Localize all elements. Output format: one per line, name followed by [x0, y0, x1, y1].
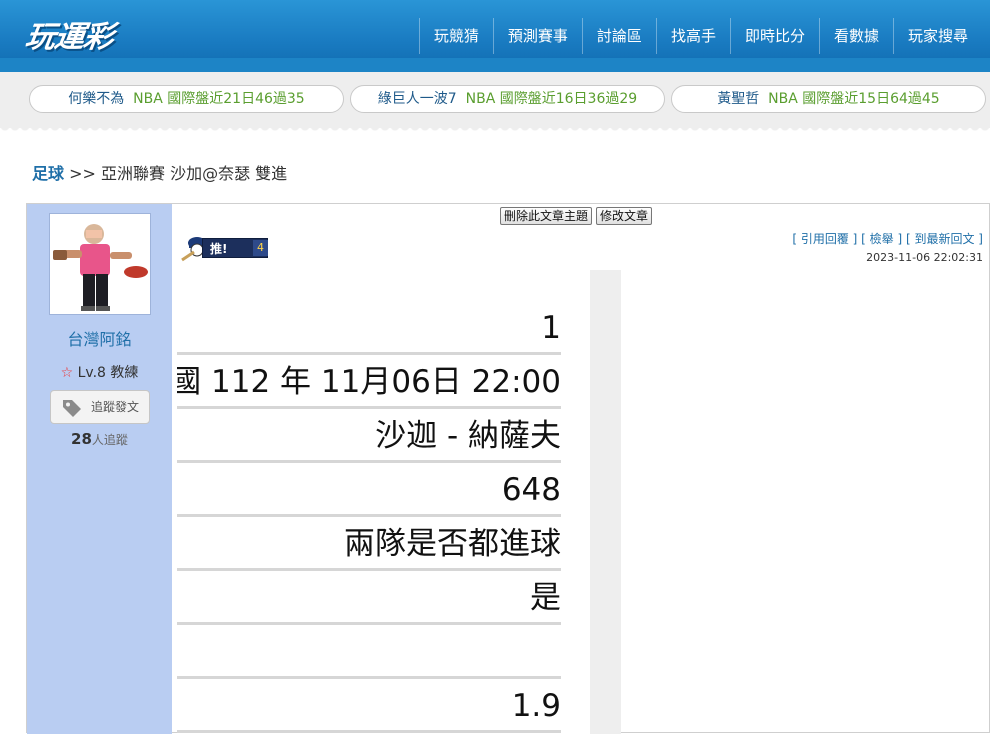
avatar-image	[50, 214, 150, 314]
ticker-item[interactable]: 綠巨人一波7 NBA 國際盤近16日36過29	[350, 85, 665, 113]
post-container: 台灣阿銘 ☆ Lv.8 教練 追蹤發文 28人追蹤 刪除此文章主題 修改文章 推…	[26, 203, 990, 734]
content-row-text: 兩隊是否都進球	[344, 526, 561, 562]
breadcrumb-separator: >>	[64, 164, 101, 183]
ticker-bar: 何樂不為 NBA 國際盤近21日46過35 綠巨人一波7 NBA 國際盤近16日…	[0, 72, 990, 134]
follower-count: 28人追蹤	[27, 430, 172, 448]
logo-text: 玩運彩	[23, 20, 115, 55]
content-row	[177, 625, 561, 679]
nav-item-stats[interactable]: 看數據	[818, 18, 893, 54]
push-label: 推!	[210, 242, 228, 256]
ticker-name: 綠巨人一波7	[377, 91, 457, 107]
content-row-text: 648	[501, 472, 561, 508]
follower-label: 人追蹤	[91, 433, 128, 447]
post-content-body: 1 民國 112 年 11月06日 22:00 沙迦 - 納薩夫 648 兩隊是…	[177, 270, 590, 734]
admin-actions: 刪除此文章主題 修改文章	[500, 207, 653, 225]
ticker-record: NBA 國際盤近21日46過35	[133, 91, 305, 107]
content-row-text: 沙迦 - 納薩夫	[375, 418, 561, 454]
post-content: 1 民國 112 年 11月06日 22:00 沙迦 - 納薩夫 648 兩隊是…	[177, 270, 621, 734]
level-rank: 教練	[110, 365, 139, 381]
follower-number: 28	[71, 430, 92, 448]
site-logo[interactable]: 玩運彩	[23, 12, 146, 56]
nav-item-guess[interactable]: 玩競猜	[418, 18, 493, 54]
report-link[interactable]: [ 檢舉 ]	[861, 232, 902, 246]
content-row: 1.9	[177, 679, 561, 733]
nav-item-player-search[interactable]: 玩家搜尋	[892, 18, 982, 54]
breadcrumb-section-link[interactable]: 足球	[32, 164, 64, 183]
content-row: 是	[177, 571, 561, 625]
ticker-name: 黃聖哲	[717, 91, 760, 107]
content-row: 民國 112 年 11月06日 22:00	[177, 355, 561, 409]
ticker-item[interactable]: 何樂不為 NBA 國際盤近21日46過35	[29, 85, 344, 113]
content-row: 648	[177, 463, 561, 517]
nav-item-predict[interactable]: 預測賽事	[492, 18, 582, 54]
ticker-record: NBA 國際盤近15日64過45	[768, 91, 940, 107]
content-row-text: 民國 112 年 11月06日 22:00	[177, 364, 561, 400]
nav-item-forum[interactable]: 討論區	[581, 18, 656, 54]
level-star-icon: ☆	[60, 365, 74, 381]
post-timestamp: 2023-11-06 22:02:31	[866, 251, 983, 264]
push-count: 4	[253, 240, 268, 256]
delete-topic-button[interactable]: 刪除此文章主題	[500, 207, 593, 225]
nav-item-experts[interactable]: 找高手	[655, 18, 730, 54]
avatar[interactable]	[49, 213, 151, 315]
ticker-name: 何樂不為	[68, 91, 125, 107]
follow-posts-button[interactable]: 追蹤發文	[50, 390, 150, 424]
author-level: ☆ Lv.8 教練	[27, 362, 172, 382]
content-row-text: 是	[530, 580, 561, 616]
latest-reply-link[interactable]: [ 到最新回文 ]	[906, 232, 983, 246]
post-title: 亞洲聯賽 沙加@奈瑟 雙進	[101, 164, 288, 183]
level-value: Lv.8	[77, 365, 106, 381]
tag-icon	[63, 400, 81, 417]
content-row: 沙迦 - 納薩夫	[177, 409, 561, 463]
post-action-links: [ 引用回覆 ] [ 檢舉 ] [ 到最新回文 ]	[792, 230, 983, 247]
breadcrumb: 足球 >> 亞洲聯賽 沙加@奈瑟 雙進	[32, 160, 287, 184]
ticker-record: NBA 國際盤近16日36過29	[465, 91, 638, 107]
post-main: 刪除此文章主題 修改文章 推! 4 [ 引用回覆 ] [ 檢舉 ] [ 到最新回…	[172, 204, 989, 734]
edit-post-button[interactable]: 修改文章	[596, 207, 653, 225]
ticker-item[interactable]: 黃聖哲 NBA 國際盤近15日64過45	[671, 85, 986, 113]
content-row: 1	[177, 301, 561, 355]
follow-posts-label: 追蹤發文	[90, 400, 139, 414]
nav-item-live-score[interactable]: 即時比分	[729, 18, 819, 54]
push-button[interactable]: 推! 4	[180, 234, 268, 262]
content-row: 兩隊是否都進球	[177, 517, 561, 571]
author-sidebar: 台灣阿銘 ☆ Lv.8 教練 追蹤發文 28人追蹤	[27, 204, 172, 734]
author-name[interactable]: 台灣阿銘	[27, 326, 172, 350]
main-nav: 玩競猜 預測賽事 討論區 找高手 即時比分 看數據 玩家搜尋	[418, 18, 982, 54]
site-header: 玩運彩 玩競猜 預測賽事 討論區 找高手 即時比分 看數據 玩家搜尋	[0, 0, 990, 76]
content-row-text: 1.9	[511, 688, 561, 724]
quote-reply-link[interactable]: [ 引用回覆 ]	[792, 232, 857, 246]
content-row-text: 1	[541, 310, 561, 346]
